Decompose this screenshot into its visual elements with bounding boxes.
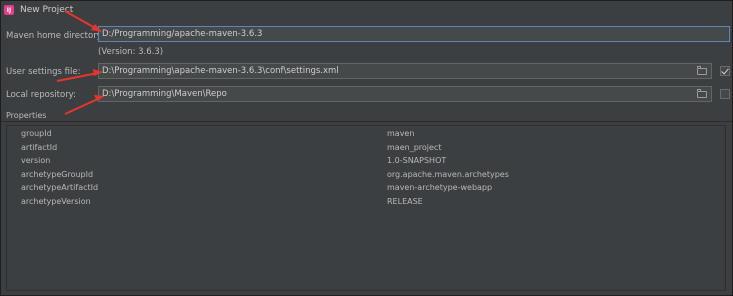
arrow-to-local-repository — [64, 95, 105, 115]
arrow-to-user-settings — [56, 69, 103, 82]
arrow-to-maven-home — [64, 10, 102, 32]
dialog-window: IJ New Project Maven home directory: D:/… — [0, 0, 733, 296]
annotation-arrows — [56, 10, 105, 115]
